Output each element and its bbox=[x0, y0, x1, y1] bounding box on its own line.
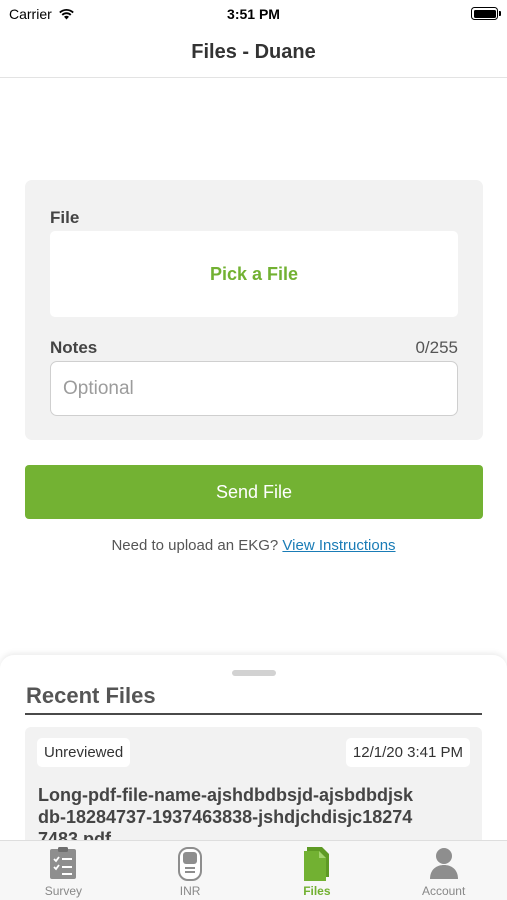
tab-account[interactable]: Account bbox=[380, 841, 507, 900]
sheet-drag-handle[interactable] bbox=[232, 670, 276, 676]
recent-files-title: Recent Files bbox=[26, 683, 156, 708]
battery-icon bbox=[471, 7, 501, 20]
pick-file-button[interactable]: Pick a File bbox=[50, 231, 458, 317]
tab-files[interactable]: Files bbox=[254, 841, 381, 900]
tab-label: Survey bbox=[44, 884, 83, 898]
tab-label: Account bbox=[421, 884, 466, 898]
inr-meter-icon bbox=[178, 847, 203, 881]
notes-character-counter: 0/255 bbox=[415, 338, 458, 357]
notes-input[interactable] bbox=[50, 361, 458, 416]
tab-label: INR bbox=[179, 884, 201, 898]
tab-label: Files bbox=[303, 884, 331, 898]
status-badge: Unreviewed bbox=[37, 738, 131, 767]
send-file-button[interactable]: Send File bbox=[25, 465, 483, 519]
divider bbox=[25, 713, 482, 715]
ekg-prompt: Need to upload an EKG? bbox=[111, 537, 279, 554]
account-icon bbox=[429, 848, 458, 879]
status-bar: Carrier 3:51 PM bbox=[0, 0, 507, 28]
file-date: 12/1/20 3:41 PM bbox=[345, 738, 470, 767]
nav-bar: Files - Duane bbox=[0, 28, 507, 78]
notes-label: Notes bbox=[50, 338, 98, 357]
page-title: Files - Duane bbox=[191, 41, 316, 63]
upload-form: File Pick a File Notes 0/255 bbox=[25, 180, 483, 440]
view-instructions-link[interactable]: View Instructions bbox=[282, 537, 395, 554]
status-time: 3:51 PM bbox=[227, 6, 280, 22]
tab-survey[interactable]: Survey bbox=[0, 841, 127, 900]
tab-bar: Survey INR Files Account bbox=[0, 840, 507, 900]
tab-inr[interactable]: INR bbox=[127, 841, 254, 900]
file-label: File bbox=[50, 208, 80, 227]
survey-icon bbox=[50, 847, 77, 879]
files-icon bbox=[303, 847, 329, 881]
ekg-help: Need to upload an EKG? View Instructions bbox=[0, 537, 507, 554]
